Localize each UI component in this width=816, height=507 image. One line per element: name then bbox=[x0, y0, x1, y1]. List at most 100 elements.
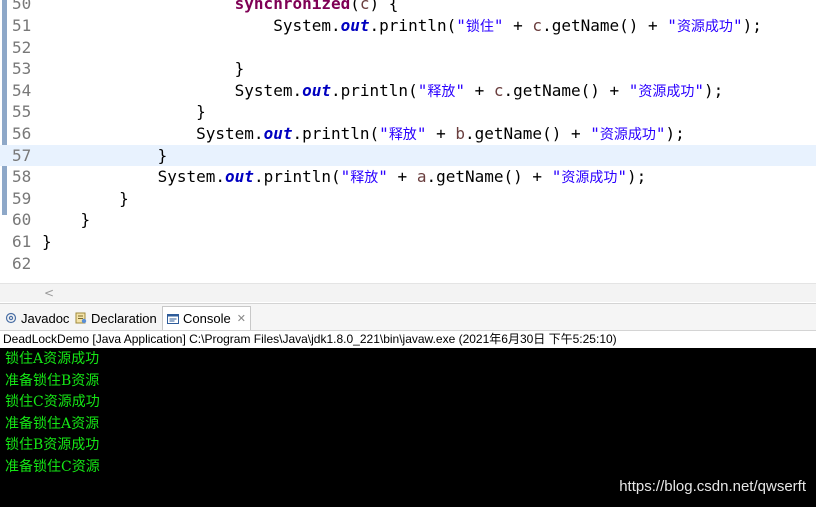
code-line[interactable]: 61} bbox=[0, 231, 816, 253]
code-token: } bbox=[42, 102, 206, 122]
console-output-line: 准备锁住A资源 bbox=[5, 415, 100, 432]
line-number: 54 bbox=[12, 80, 32, 100]
code-text: synchronized(c) { bbox=[42, 0, 399, 15]
code-line[interactable]: 62 bbox=[0, 253, 816, 275]
code-text: } bbox=[42, 101, 206, 123]
string-token: "释放" bbox=[417, 80, 465, 100]
code-token: ); bbox=[742, 16, 762, 35]
console-output-line: 锁住A资源成功 bbox=[5, 351, 100, 367]
tab-declaration[interactable]: Declaration bbox=[75, 306, 157, 330]
code-token: System. bbox=[42, 167, 226, 187]
code-token: .println( bbox=[292, 124, 380, 143]
code-token: } bbox=[42, 188, 129, 208]
console-process-label: DeadLockDemo [Java Application] C:\Progr… bbox=[0, 331, 816, 348]
code-text: System.out.println("释放" + b.getName() + … bbox=[42, 123, 685, 147]
code-token: ); bbox=[704, 80, 724, 100]
keyword-token: synchronized bbox=[234, 0, 351, 14]
variable-token: b bbox=[455, 124, 465, 143]
code-line[interactable]: 51 System.out.println("锁住" + c.getName()… bbox=[0, 15, 816, 37]
code-token: + bbox=[426, 124, 456, 143]
code-text: System.out.println("释放" + c.getName() + … bbox=[42, 80, 724, 104]
code-line[interactable]: 52 bbox=[0, 37, 816, 59]
code-line[interactable]: 54 System.out.println("释放" + c.getName()… bbox=[0, 80, 816, 102]
code-line[interactable]: 50 synchronized(c) { bbox=[0, 0, 816, 15]
line-number: 62 bbox=[12, 253, 32, 273]
field-token: out bbox=[225, 167, 254, 187]
code-text: System.out.println("锁住" + c.getName() + … bbox=[42, 15, 762, 39]
console-output-line: 锁住B资源成功 bbox=[5, 437, 100, 454]
close-icon[interactable]: ✕ bbox=[237, 312, 246, 325]
tab-label: Declaration bbox=[91, 310, 157, 326]
string-token: "释放" bbox=[379, 124, 427, 143]
code-line[interactable]: 56 System.out.println("释放" + b.getName()… bbox=[0, 123, 816, 145]
at-icon bbox=[5, 312, 17, 324]
code-token: } bbox=[42, 145, 168, 165]
code-text: System.out.println("释放" + a.getName() + … bbox=[42, 166, 647, 190]
code-line[interactable]: 60 } bbox=[0, 209, 816, 231]
line-number: 52 bbox=[12, 37, 32, 57]
line-number: 57 bbox=[12, 145, 32, 165]
watermark: https://blog.csdn.net/qwserft bbox=[619, 478, 806, 495]
field-token: out bbox=[302, 80, 331, 100]
code-text: } bbox=[42, 145, 168, 167]
string-token: "释放" bbox=[340, 167, 388, 187]
view-tab-bar: Javadoc Declaration Console ✕ bbox=[0, 303, 816, 331]
line-number: 51 bbox=[12, 16, 32, 35]
code-token: .getName() + bbox=[503, 80, 629, 100]
variable-token: c bbox=[493, 80, 504, 100]
console-output-line: 准备锁住B资源 bbox=[5, 372, 100, 389]
console-output-line: 准备锁住C资源 bbox=[5, 459, 100, 475]
code-editor[interactable]: 50 synchronized(c) {51 System.out.printl… bbox=[0, 0, 816, 303]
code-text: } bbox=[42, 58, 245, 80]
code-line[interactable]: 58 System.out.println("释放" + a.getName()… bbox=[0, 166, 816, 188]
string-token: "资源成功" bbox=[628, 80, 705, 100]
console-output-line: 锁住C资源成功 bbox=[5, 394, 100, 411]
line-number: 60 bbox=[12, 210, 32, 230]
console-icon bbox=[167, 313, 179, 325]
string-token: "资源成功" bbox=[667, 16, 743, 35]
code-token: } bbox=[42, 210, 91, 230]
string-token: "资源成功" bbox=[590, 124, 666, 143]
tab-label: Console bbox=[183, 311, 231, 326]
code-token: System. bbox=[42, 124, 264, 143]
code-token: + bbox=[387, 167, 417, 187]
line-number: 58 bbox=[12, 167, 32, 187]
code-token: ); bbox=[665, 124, 685, 143]
code-token: System. bbox=[42, 16, 341, 35]
code-token: + bbox=[503, 16, 533, 35]
string-token: "锁住" bbox=[456, 16, 504, 35]
declaration-icon bbox=[75, 312, 87, 324]
code-token: .println( bbox=[369, 16, 457, 35]
code-line[interactable]: 59 } bbox=[0, 188, 816, 210]
variable-token: c bbox=[532, 16, 543, 35]
tab-javadoc[interactable]: Javadoc bbox=[5, 306, 69, 330]
code-token: + bbox=[464, 80, 494, 100]
code-token: .getName() + bbox=[542, 16, 668, 35]
code-token: .println( bbox=[331, 80, 418, 100]
code-token: .getName() + bbox=[426, 167, 552, 187]
code-text: } bbox=[42, 231, 52, 253]
code-token: .println( bbox=[253, 167, 341, 187]
code-token: ) { bbox=[369, 0, 399, 14]
code-line[interactable]: 53 } bbox=[0, 58, 816, 80]
line-number: 59 bbox=[12, 188, 32, 208]
line-number: 56 bbox=[12, 124, 32, 143]
code-token: .getName() + bbox=[465, 124, 591, 143]
code-text: } bbox=[42, 209, 91, 231]
scroll-left-icon[interactable]: < bbox=[44, 284, 54, 302]
code-token: } bbox=[42, 232, 52, 251]
horizontal-scrollbar[interactable]: < bbox=[0, 283, 816, 302]
field-token: out bbox=[263, 124, 293, 143]
code-token: ( bbox=[350, 0, 360, 14]
line-number: 55 bbox=[12, 102, 32, 122]
code-token: System. bbox=[42, 80, 303, 100]
code-text: } bbox=[42, 188, 129, 210]
line-number: 61 bbox=[12, 232, 32, 251]
code-token: ); bbox=[626, 167, 647, 187]
code-line[interactable]: 57 } bbox=[0, 144, 816, 167]
tab-label: Javadoc bbox=[21, 310, 70, 326]
string-token: "资源成功" bbox=[551, 167, 627, 187]
tab-console[interactable]: Console ✕ bbox=[162, 306, 251, 330]
code-line[interactable]: 55 } bbox=[0, 101, 816, 123]
